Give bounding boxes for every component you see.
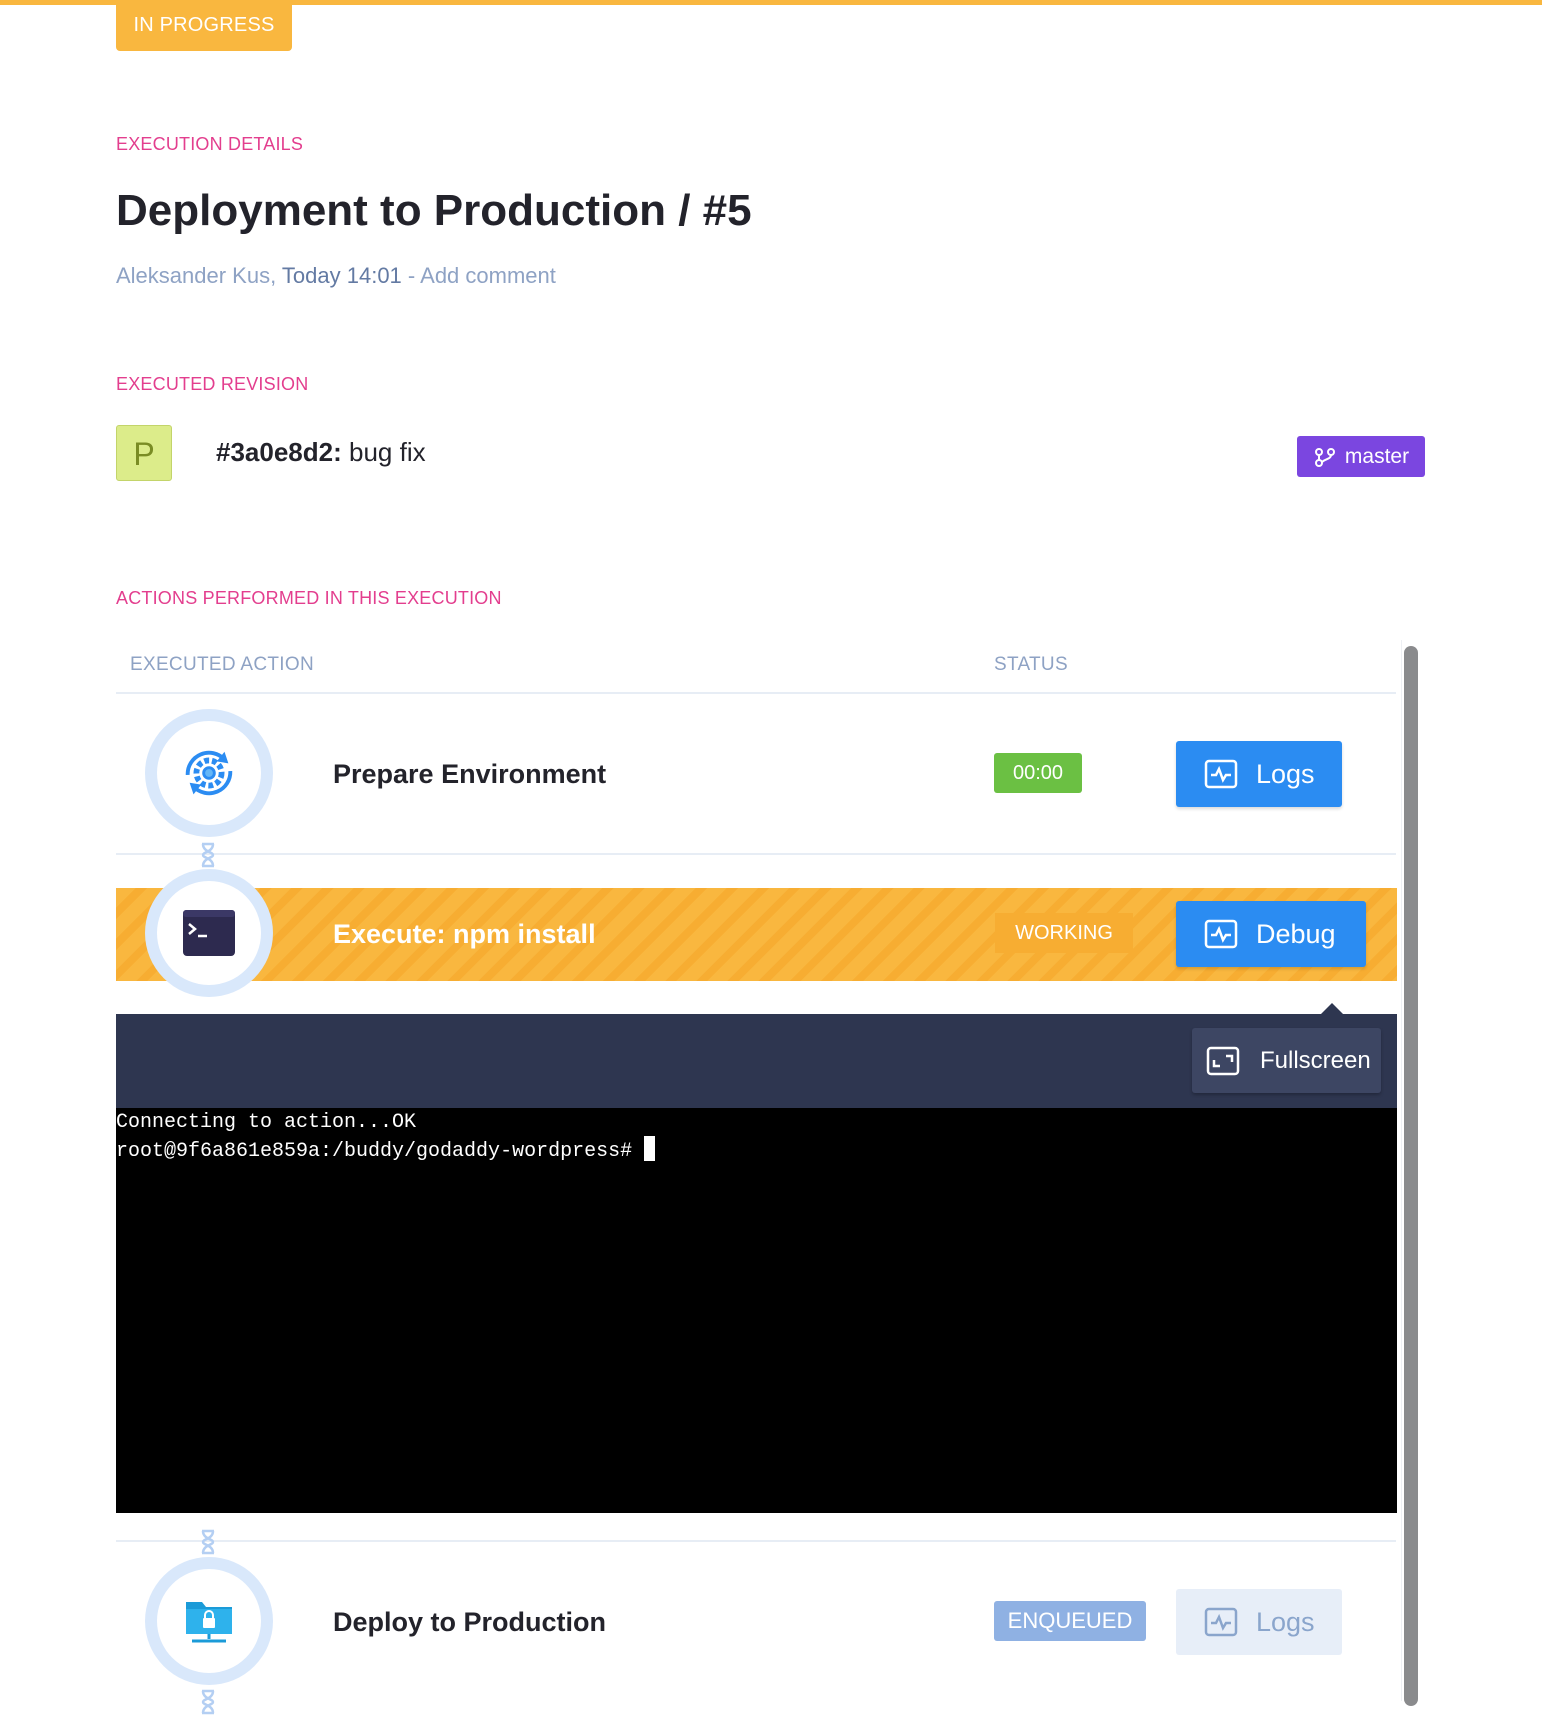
fullscreen-label: Fullscreen <box>1260 1046 1371 1074</box>
execution-time: Today 14:01 <box>281 263 402 288</box>
fullscreen-button[interactable]: Fullscreen <box>1192 1028 1381 1093</box>
executed-revision-label: EXECUTED REVISION <box>116 374 309 394</box>
status-badge: IN PROGRESS <box>116 0 292 51</box>
fullscreen-icon <box>1206 1046 1240 1075</box>
logs-button[interactable]: Logs <box>1176 1589 1342 1655</box>
action-name: Execute: npm install <box>333 919 596 949</box>
logs-button-label: Logs <box>1256 1606 1315 1637</box>
column-header-status: STATUS <box>994 654 1068 675</box>
branch-icon <box>1314 447 1335 467</box>
meta-separator: - <box>401 263 421 288</box>
divider <box>116 1540 1396 1542</box>
status-badge: ENQUEUED <box>994 1601 1146 1641</box>
action-name: Prepare Environment <box>333 759 607 789</box>
actions-label: ACTIONS PERFORMED IN THIS EXECUTION <box>116 588 502 608</box>
terminal-output[interactable]: Connecting to action...OK root@9f6a861e8… <box>116 1108 1397 1513</box>
logs-button-label: Logs <box>1256 758 1315 789</box>
terminal-line: Connecting to action...OK <box>116 1111 417 1134</box>
revision-hash: #3a0e8d2: <box>216 437 342 467</box>
scrollbar-thumb[interactable] <box>1404 646 1418 1706</box>
status-badge: WORKING <box>995 913 1133 953</box>
branch-name: master <box>1344 444 1410 468</box>
activity-icon <box>1204 919 1238 949</box>
debug-button[interactable]: Debug <box>1176 901 1366 967</box>
activity-icon <box>1204 759 1238 789</box>
secure-folder-icon <box>145 1557 273 1685</box>
execution-meta: Aleksander Kus, Today 14:01 - Add commen… <box>116 263 556 288</box>
debug-button-label: Debug <box>1256 918 1336 949</box>
terminal-prompt-line: root@9f6a861e859a:/buddy/godaddy-wordpre… <box>116 1136 1397 1165</box>
divider <box>116 853 1396 855</box>
author-name[interactable]: Aleksander Kus <box>116 263 270 288</box>
branch-badge[interactable]: master <box>1297 436 1425 477</box>
gear-sync-icon <box>145 709 273 837</box>
page-title: Deployment to Production / #5 <box>116 186 752 235</box>
hourglass-icon <box>201 1529 215 1555</box>
add-comment-link[interactable]: Add comment <box>420 263 556 288</box>
terminal-prompt: root@9f6a861e859a:/buddy/godaddy-wordpre… <box>116 1140 633 1163</box>
terminal-window-icon <box>145 869 273 997</box>
status-badge: 00:00 <box>994 753 1082 793</box>
revision-info[interactable]: #3a0e8d2: bug fix <box>216 437 426 468</box>
divider <box>116 692 1396 694</box>
hourglass-icon <box>201 1689 215 1715</box>
action-name: Deploy to Production <box>333 1607 606 1637</box>
revision-message: bug fix <box>349 437 426 467</box>
avatar: P <box>116 425 172 481</box>
activity-icon <box>1204 1607 1238 1637</box>
terminal-cursor <box>644 1136 656 1161</box>
logs-button[interactable]: Logs <box>1176 741 1342 807</box>
execution-details-label: EXECUTION DETAILS <box>116 134 304 154</box>
column-header-action: EXECUTED ACTION <box>130 654 314 675</box>
hourglass-icon <box>201 842 215 868</box>
